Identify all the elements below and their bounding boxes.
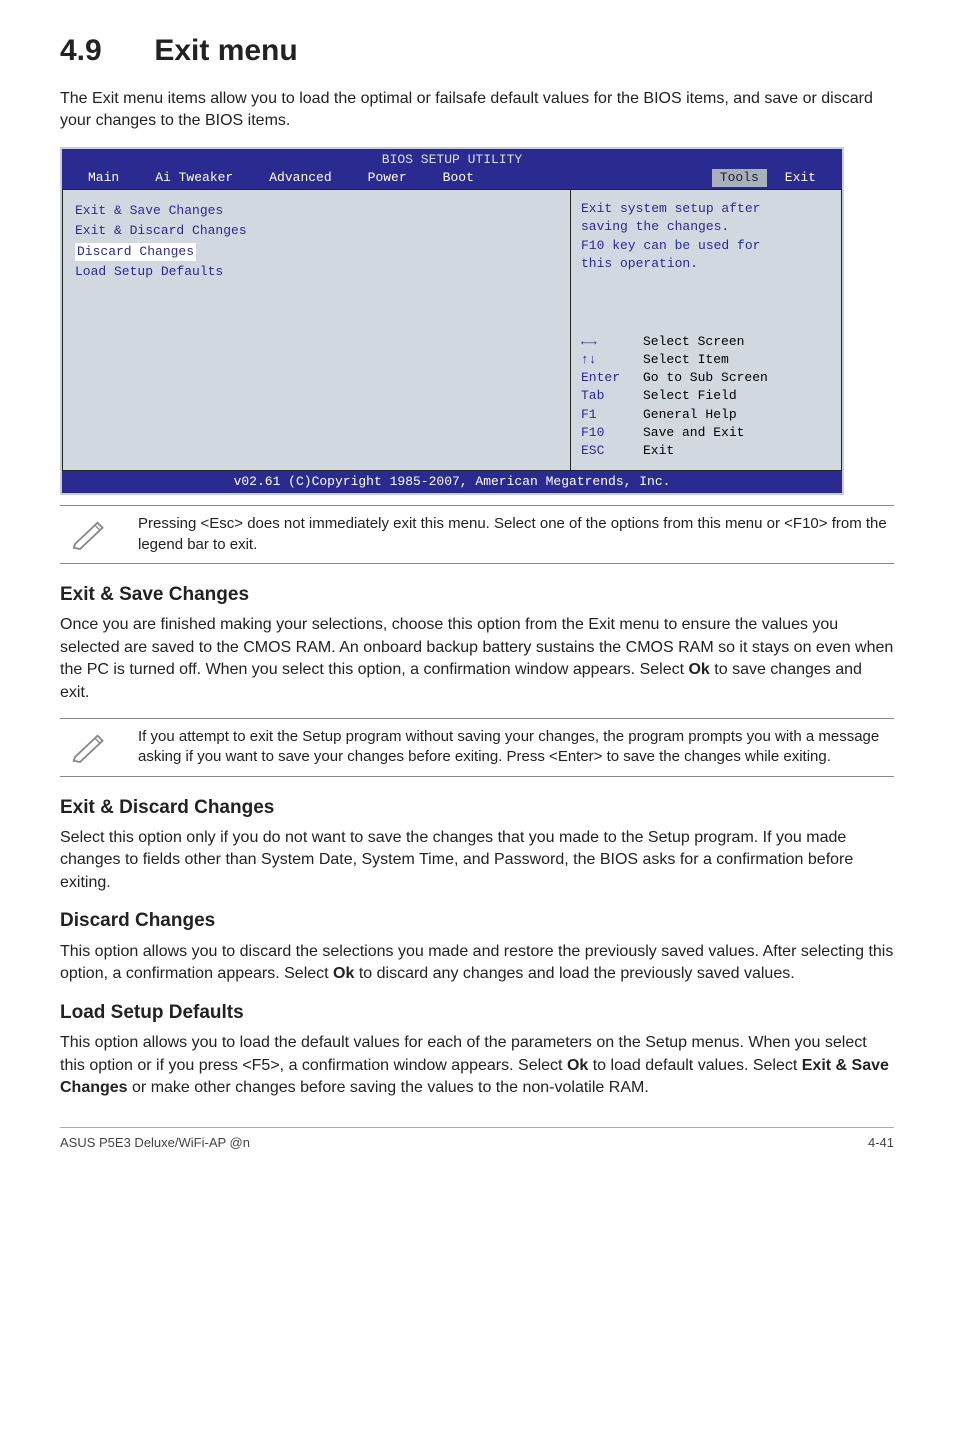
discard-post: to discard any changes and load the prev… xyxy=(354,965,794,982)
heading-load: Load Setup Defaults xyxy=(60,1000,894,1027)
bios-menu-ai[interactable]: Ai Tweaker xyxy=(137,169,251,187)
bios-screenshot: BIOS SETUP UTILITY Main Ai Tweaker Advan… xyxy=(60,147,844,496)
discard-bold: Ok xyxy=(333,965,354,982)
bios-left-pane: Exit & Save Changes Exit & Discard Chang… xyxy=(62,189,570,471)
section-heading: 4.9 Exit menu xyxy=(60,30,894,72)
bios-item-exit-save[interactable]: Exit & Save Changes xyxy=(75,202,558,220)
pencil-note-icon xyxy=(60,727,120,765)
key-f1: F1 xyxy=(581,406,643,424)
bios-menu-boot[interactable]: Boot xyxy=(425,169,492,187)
heading-exit-discard: Exit & Discard Changes xyxy=(60,795,894,822)
section-number: 4.9 xyxy=(60,30,146,72)
bios-item-discard[interactable]: Discard Changes xyxy=(75,243,196,261)
key-desc-field: Select Field xyxy=(643,387,737,405)
section-title-text: Exit menu xyxy=(154,34,297,67)
menu-spacer xyxy=(492,169,712,187)
heading-discard: Discard Changes xyxy=(60,908,894,935)
note-attempt-text: If you attempt to exit the Setup program… xyxy=(138,727,894,768)
note-attempt: If you attempt to exit the Setup program… xyxy=(60,718,894,777)
key-tab: Tab xyxy=(581,387,643,405)
key-desc-help: General Help xyxy=(643,406,737,424)
bios-help-text: Exit system setup after saving the chang… xyxy=(581,200,831,273)
bios-menu-bar: Main Ai Tweaker Advanced Power Boot Tool… xyxy=(62,169,842,189)
pencil-note-icon xyxy=(60,514,120,552)
bios-menu-tools[interactable]: Tools xyxy=(712,169,767,187)
bios-key-legend: ←→Select Screen ↑↓Select Item EnterGo to… xyxy=(581,333,831,460)
paragraph-discard: This option allows you to discard the se… xyxy=(60,941,894,986)
intro-paragraph: The Exit menu items allow you to load th… xyxy=(60,88,894,133)
bios-menu-exit[interactable]: Exit xyxy=(767,169,834,187)
page-root: 4.9 Exit menu The Exit menu items allow … xyxy=(0,0,954,1438)
load-mid: to load default values. Select xyxy=(588,1057,801,1074)
key-f10: F10 xyxy=(581,424,643,442)
key-desc-exit: Exit xyxy=(643,442,674,460)
arrows-lr-icon: ←→ xyxy=(581,333,643,351)
paragraph-exit-discard: Select this option only if you do not wa… xyxy=(60,827,894,894)
bios-help-l1: Exit system setup after xyxy=(581,200,831,218)
bios-help-l2: saving the changes. xyxy=(581,218,831,236)
key-desc-sub: Go to Sub Screen xyxy=(643,369,768,387)
load-post: or make other changes before saving the … xyxy=(128,1079,649,1096)
footer-right: 4-41 xyxy=(868,1134,894,1152)
bios-menu-advanced[interactable]: Advanced xyxy=(251,169,349,187)
note-esc: Pressing <Esc> does not immediately exit… xyxy=(60,505,894,564)
bios-menu-power[interactable]: Power xyxy=(350,169,425,187)
bios-item-load-default[interactable]: Load Setup Defaults xyxy=(75,263,558,281)
paragraph-load: This option allows you to load the defau… xyxy=(60,1032,894,1099)
bios-help-l5: this operation. xyxy=(581,255,831,273)
page-footer: ASUS P5E3 Deluxe/WiFi-AP @n 4-41 xyxy=(60,1127,894,1152)
arrows-ud-icon: ↑↓ xyxy=(581,351,643,369)
paragraph-exit-save: Once you are finished making your select… xyxy=(60,614,894,704)
bios-right-pane: Exit system setup after saving the chang… xyxy=(570,189,842,471)
load-bold1: Ok xyxy=(567,1057,588,1074)
key-enter: Enter xyxy=(581,369,643,387)
bios-utility-title: BIOS SETUP UTILITY xyxy=(62,149,842,169)
key-desc-screen: Select Screen xyxy=(643,333,744,351)
bios-item-exit-discard[interactable]: Exit & Discard Changes xyxy=(75,222,558,240)
bios-body: Exit & Save Changes Exit & Discard Chang… xyxy=(62,189,842,471)
exit-save-bold: Ok xyxy=(688,661,709,678)
note-esc-text: Pressing <Esc> does not immediately exit… xyxy=(138,514,894,555)
heading-exit-save: Exit & Save Changes xyxy=(60,582,894,609)
key-desc-save: Save and Exit xyxy=(643,424,744,442)
footer-left: ASUS P5E3 Deluxe/WiFi-AP @n xyxy=(60,1134,250,1152)
key-esc: ESC xyxy=(581,442,643,460)
bios-copyright: v02.61 (C)Copyright 1985-2007, American … xyxy=(62,471,842,493)
bios-help-l4: F10 key can be used for xyxy=(581,237,831,255)
bios-menu-main[interactable]: Main xyxy=(70,169,137,187)
key-desc-item: Select Item xyxy=(643,351,729,369)
